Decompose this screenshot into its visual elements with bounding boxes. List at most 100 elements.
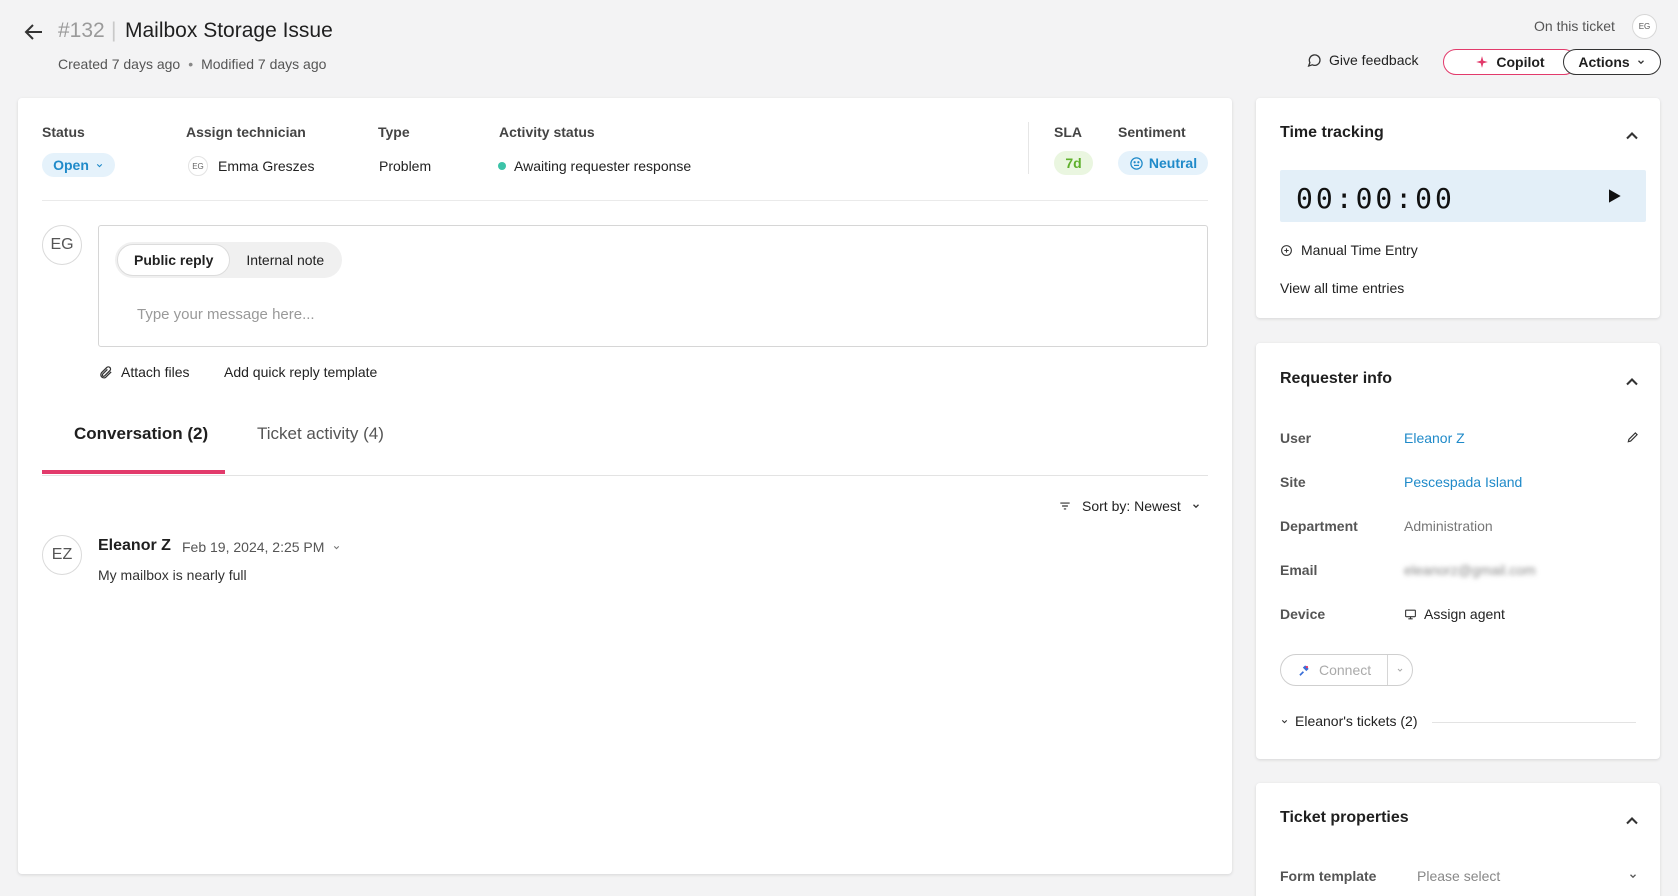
copilot-label: Copilot (1496, 54, 1545, 70)
sla-label: SLA (1054, 124, 1082, 140)
email-label: Email (1280, 562, 1318, 578)
status-value: Open (53, 157, 89, 173)
type-label: Type (378, 124, 410, 140)
activity-status-label: Activity status (499, 124, 595, 140)
technician-selector[interactable]: EG Emma Greszes (188, 156, 314, 176)
play-icon[interactable] (1604, 186, 1624, 206)
tab-ticket-activity[interactable]: Ticket activity (4) (257, 424, 384, 444)
user-label: User (1280, 430, 1312, 446)
time-tracking-title: Time tracking (1280, 124, 1384, 141)
header-divider (42, 200, 1208, 201)
technician-avatar: EG (188, 156, 208, 176)
status-label: Status (42, 124, 85, 140)
assign-agent-button[interactable]: Assign agent (1404, 606, 1505, 622)
tab-public-reply[interactable]: Public reply (117, 244, 231, 276)
neutral-face-icon (1130, 156, 1143, 170)
chevron-up-icon[interactable] (1622, 372, 1642, 392)
sentiment-value: Neutral (1148, 155, 1198, 171)
timer-value: 00:00:00 (1296, 182, 1455, 215)
form-template-label: Form template (1280, 868, 1377, 884)
department-label: Department (1280, 518, 1358, 534)
status-dot-icon (498, 162, 506, 170)
department-value: Administration (1404, 518, 1493, 534)
timer-display: 00:00:00 (1280, 170, 1646, 222)
ticket-meta: Created 7 days ago • Modified 7 days ago (58, 56, 326, 72)
title-separator: | (111, 19, 117, 42)
ticket-main-panel: Status Open Assign technician EG Emma Gr… (18, 98, 1232, 874)
filter-icon (1060, 502, 1070, 510)
ticket-properties-title: Ticket properties (1280, 809, 1409, 826)
monitor-icon (1405, 609, 1416, 619)
sort-dropdown[interactable]: Sort by: Newest (1058, 498, 1201, 514)
actions-label: Actions (1578, 54, 1630, 70)
email-value: eleanorz@gmail.com (1404, 562, 1536, 578)
sla-badge: 7d (1054, 151, 1093, 175)
active-tab-indicator (42, 470, 225, 474)
paperclip-icon (100, 365, 112, 378)
back-arrow-icon[interactable] (22, 20, 46, 44)
activity-status-value[interactable]: Awaiting requester response (498, 158, 691, 174)
meta-separator: • (188, 56, 194, 72)
pencil-icon[interactable] (1626, 430, 1640, 444)
viewer-avatar[interactable]: EG (1632, 14, 1657, 39)
message-date[interactable]: Feb 19, 2024, 2:25 PM (182, 539, 341, 555)
technician-name: Emma Greszes (218, 158, 315, 174)
message-input[interactable] (137, 306, 1187, 323)
chevron-down-icon (1637, 60, 1644, 65)
copilot-button[interactable]: Copilot (1443, 49, 1577, 75)
form-template-select[interactable]: Please select (1417, 868, 1638, 884)
requester-tickets-label: Eleanor's tickets (2) (1295, 713, 1418, 729)
modified-text: Modified 7 days ago (201, 56, 327, 72)
field-divider (1028, 122, 1029, 174)
sort-label: Sort by: (1082, 498, 1131, 514)
chevron-up-icon[interactable] (1622, 811, 1642, 831)
connect-dropdown[interactable] (1388, 655, 1412, 685)
tabs-divider (42, 475, 1208, 476)
attach-files-button[interactable]: Attach files (98, 364, 189, 380)
page-title: Mailbox Storage Issue (125, 19, 333, 42)
message-author-avatar: EZ (42, 535, 82, 575)
connect-split-button: Connect (1280, 654, 1414, 686)
requester-info-card: Requester info User Eleanor Z Site Pesce… (1256, 343, 1660, 759)
plus-circle-icon (1281, 244, 1292, 256)
connect-button[interactable]: Connect (1281, 655, 1389, 685)
site-link[interactable]: Pescespada Island (1404, 474, 1522, 490)
tab-conversation[interactable]: Conversation (2) (74, 424, 208, 444)
activity-status-text: Awaiting requester response (514, 158, 692, 174)
tickets-divider (1432, 722, 1636, 723)
time-tracking-card: Time tracking 00:00:00 Manual Time Entry… (1256, 98, 1660, 318)
tab-internal-note[interactable]: Internal note (230, 244, 340, 276)
avatar: EG (42, 225, 82, 265)
view-all-time-entries-link[interactable]: View all time entries (1280, 280, 1404, 296)
ticket-number: #132 (58, 19, 105, 42)
connect-label: Connect (1319, 662, 1372, 678)
quick-reply-button[interactable]: Add quick reply template (224, 364, 377, 380)
type-value[interactable]: Problem (379, 158, 431, 174)
give-feedback-button[interactable]: Give feedback (1306, 52, 1419, 68)
sparkle-icon (1476, 56, 1489, 68)
chevron-down-icon (1630, 874, 1636, 879)
status-dropdown[interactable]: Open (42, 153, 115, 177)
on-this-ticket-label: On this ticket (1534, 18, 1615, 34)
form-template-value: Please select (1417, 868, 1501, 884)
sentiment-label: Sentiment (1118, 124, 1186, 140)
attach-files-label: Attach files (121, 364, 190, 380)
reply-composer: Public reply Internal note (98, 225, 1208, 347)
manual-time-entry-label: Manual Time Entry (1301, 242, 1418, 258)
requester-tickets-toggle[interactable]: Eleanor's tickets (2) (1280, 713, 1418, 729)
manual-time-entry-button[interactable]: Manual Time Entry (1280, 242, 1418, 258)
chevron-down-icon (1192, 504, 1199, 509)
give-feedback-label: Give feedback (1329, 52, 1419, 68)
message-author: Eleanor Z (98, 537, 171, 554)
remote-connect-icon (1299, 665, 1309, 676)
speech-bubble-icon (1307, 54, 1321, 68)
chevron-down-icon (1397, 668, 1403, 672)
message-date-text: Feb 19, 2024, 2:25 PM (182, 539, 325, 555)
user-link[interactable]: Eleanor Z (1404, 430, 1465, 446)
chevron-up-icon[interactable] (1622, 126, 1642, 146)
chevron-down-icon (1281, 719, 1288, 723)
message-body: My mailbox is nearly full (98, 567, 247, 583)
actions-button[interactable]: Actions (1563, 49, 1661, 75)
requester-info-title: Requester info (1280, 370, 1393, 387)
technician-label: Assign technician (186, 124, 306, 140)
